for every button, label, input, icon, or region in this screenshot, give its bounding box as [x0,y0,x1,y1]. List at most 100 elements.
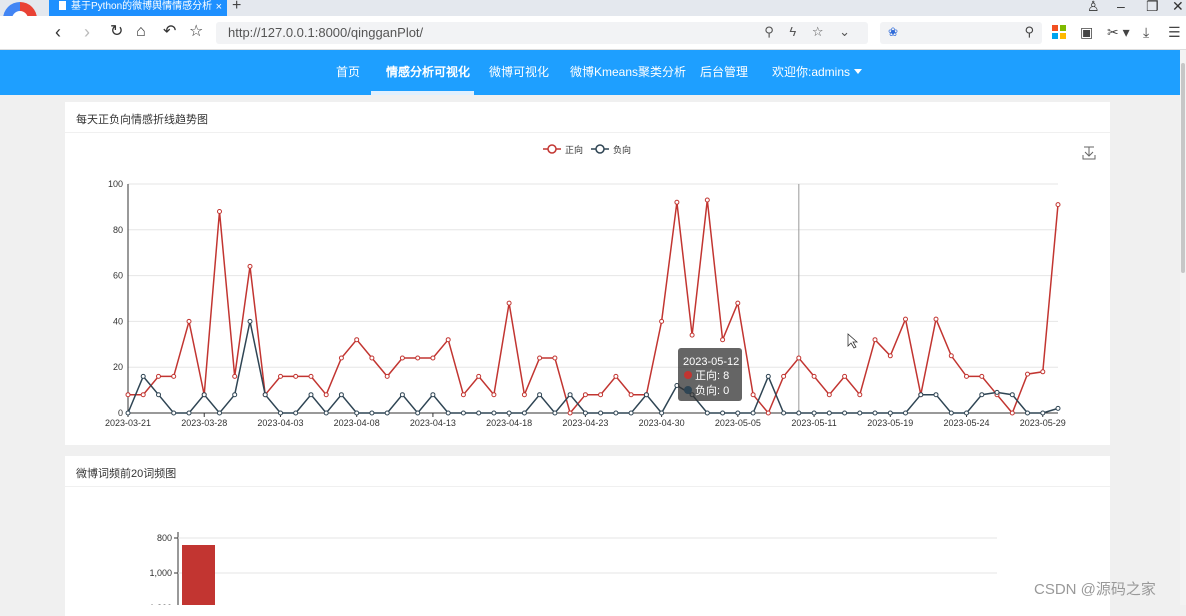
negative-point [384,410,390,416]
positive-point [659,318,665,324]
negative-point [567,392,573,398]
watermark: CSDN @源码之家 [1034,581,1156,598]
negative-point [1055,405,1061,411]
positive-point [613,373,619,379]
tooltip-positive-dot [684,371,692,379]
scrollbar-thumb[interactable] [1181,63,1185,273]
positive-point [460,392,466,398]
legend-label-positive[interactable]: 正向 [565,144,583,155]
negative-point [430,392,436,398]
positive-point [552,355,558,361]
nav-item-sentiment[interactable]: 情感分析可视化 [386,50,470,95]
positive-point [354,337,360,343]
scissors-icon[interactable]: ✂ ▾ [1107,24,1130,41]
back-icon[interactable]: ‹ [55,21,61,43]
legend-label-negative[interactable]: 负向 [613,144,631,155]
negative-point [811,410,817,416]
skin-icon[interactable]: ♙ [1087,0,1100,15]
positive-point [445,337,451,343]
negative-point [613,410,619,416]
negative-point [582,410,588,416]
positive-point [964,373,969,379]
x-tick-label: 2023-05-29 [1020,418,1066,428]
chart-tooltip: 2023-05-12 正向: 8 负向: 0 [678,348,742,401]
positive-point [704,197,710,203]
nav-item-home[interactable]: 首页 [336,50,360,95]
download-icon[interactable]: ⤓ [1143,24,1149,41]
positive-point [887,353,893,359]
y-tick-label: 20 [113,362,123,372]
positive-point [232,373,238,379]
address-bar-icons[interactable]: ⚲ ϟ ☆ ⌄ [764,24,856,40]
positive-point [415,355,421,361]
positive-point [217,209,222,214]
negative-point [278,410,283,416]
positive-point [781,373,787,379]
legend-marker-negative[interactable] [595,144,605,154]
new-tab-icon[interactable]: + [232,0,241,15]
y-tick-label: 40 [113,316,123,326]
x-tick-label: 2023-04-08 [334,418,380,428]
negative-point [948,410,954,416]
card-title: 微博词频前20词频图 [76,468,177,480]
restore-icon[interactable]: ❐ [1146,0,1159,15]
nav-item-kmeans[interactable]: 微博Kmeans聚类分析 [570,50,686,95]
negative-point [750,410,756,416]
positive-point [399,355,405,361]
reload-icon[interactable]: ↻ [110,21,123,43]
tab-close-icon[interactable]: × [216,0,222,14]
negative-point [445,410,451,416]
nav-item-weibo-vis[interactable]: 微博可视化 [489,50,549,95]
positive-point [765,410,771,416]
negative-point [217,410,222,416]
x-tick-label: 2023-04-23 [562,418,608,428]
positive-point [430,355,436,361]
search-icon[interactable]: ⚲ [1024,24,1034,40]
negative-point [293,410,299,416]
positive-point [338,355,344,361]
positive-point [1055,202,1061,208]
reader-icon[interactable]: ▣ [1080,24,1093,41]
negative-point [628,410,634,416]
positive-point [521,392,527,398]
positive-point [293,373,299,379]
x-tick-label: 2023-04-18 [486,418,532,428]
save-image-icon[interactable] [1082,146,1096,160]
positive-point [872,337,878,343]
negative-point [598,410,604,416]
positive-point [247,263,253,269]
browser-tab[interactable]: 基于Python的微博舆情情感分析 × [49,0,227,16]
negative-point [338,392,344,398]
nav-item-admin[interactable]: 后台管理 [700,50,748,95]
undo-icon[interactable]: ↶ [163,21,176,43]
forward-icon[interactable]: › [84,21,90,43]
browser-tab-bar: 基于Python的微博舆情情感分析 × + ♙ – ❐ ✕ [0,0,1186,16]
x-tick-label: 2023-04-13 [410,418,456,428]
home-icon[interactable]: ⌂ [136,21,146,43]
negative-point [247,318,253,324]
nav-item-user[interactable]: 欢迎你:admins [772,50,863,95]
y-tick-label: 1,000 [149,568,172,578]
menu-icon[interactable]: ☰ [1168,24,1181,41]
address-bar[interactable]: http://127.0.0.1:8000/qingganPlot/ ⚲ ϟ ☆… [216,22,868,44]
search-box[interactable]: ❀ ⚲ [880,22,1042,44]
x-tick-label: 2023-05-11 [791,418,836,428]
window-close-icon[interactable]: ✕ [1172,0,1184,15]
legend-marker-positive[interactable] [547,144,557,154]
minimize-icon[interactable]: – [1117,0,1125,14]
site-nav: 首页 情感分析可视化 微博可视化 微博Kmeans聚类分析 后台管理 欢迎你:a… [0,50,1186,95]
positive-point [491,392,497,398]
positive-point [156,373,161,379]
negative-point [887,410,893,416]
negative-point [201,392,207,398]
tab-title: 基于Python的微博舆情情感分析 [71,1,213,12]
negative-point [643,392,649,398]
negative-point [506,410,512,416]
apps-grid-icon[interactable] [1052,25,1066,39]
negative-point [964,410,969,416]
x-tick-label: 2023-05-05 [715,418,761,428]
favorite-star-icon[interactable]: ☆ [189,21,203,43]
positive-point [903,316,908,322]
x-tick-label: 2023-05-24 [944,418,990,428]
positive-point [567,410,573,416]
